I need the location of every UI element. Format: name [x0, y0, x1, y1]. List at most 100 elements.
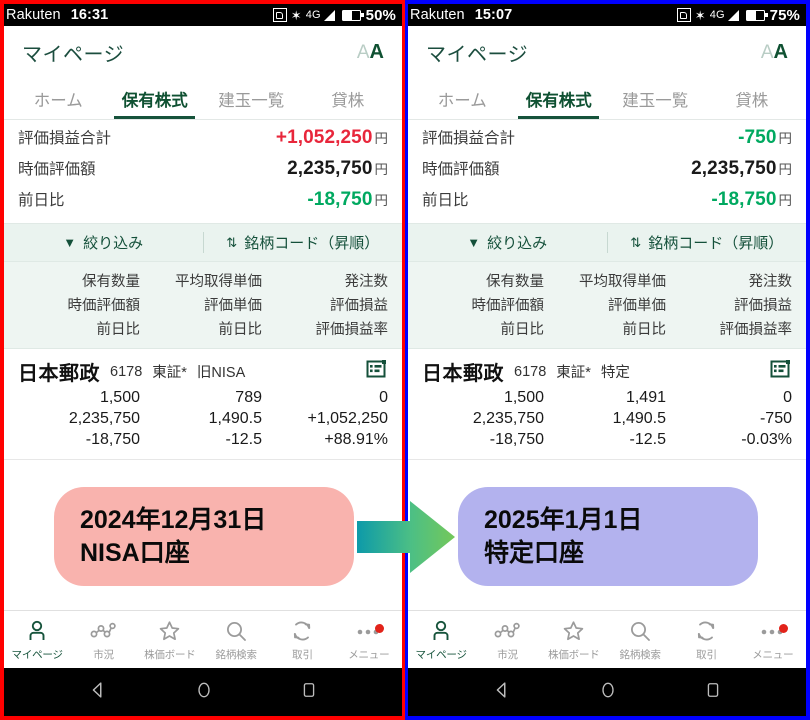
- tab-lending[interactable]: 貸株: [704, 78, 801, 119]
- summary-unit: 円: [374, 162, 389, 177]
- summary-row-total-pl: 評価損益合計 -750 円: [422, 126, 792, 157]
- summary-label: 時価評価額: [422, 161, 500, 178]
- detail-list-icon[interactable]: [770, 359, 792, 384]
- nav-item-menu[interactable]: メニュー: [336, 618, 402, 662]
- summary-label: 時価評価額: [18, 161, 96, 178]
- sort-icon: ⇅: [630, 234, 642, 250]
- filter-button[interactable]: ▼ 絞り込み: [408, 232, 608, 253]
- nav-item-trade[interactable]: 取引: [673, 618, 739, 662]
- nav-label: 株価ボード: [144, 648, 196, 661]
- callout-line-1: 2025年1月1日: [484, 505, 643, 534]
- eval-price-value: 1,490.5: [612, 410, 666, 427]
- battery-percent-label: 75%: [769, 6, 800, 24]
- font-size-icon[interactable]: AA: [357, 41, 384, 64]
- column-header: 評価単価: [204, 298, 262, 314]
- nav-label: 銘柄検索: [619, 648, 661, 661]
- nav-label: メニュー: [752, 648, 794, 661]
- bluetooth-icon: ✶: [290, 7, 302, 23]
- person-icon: [25, 618, 49, 644]
- back-button[interactable]: [87, 679, 109, 706]
- summary-unit: 円: [778, 193, 793, 208]
- home-button[interactable]: [598, 679, 618, 706]
- summary-row-market-value: 時価評価額 2,235,750 円: [422, 157, 792, 188]
- screenshot-icon: [272, 8, 287, 22]
- detail-list-icon[interactable]: [366, 359, 388, 384]
- nav-item-menu[interactable]: メニュー: [740, 618, 806, 662]
- column-header: 前日比: [622, 322, 667, 338]
- holding-row[interactable]: 日本郵政 6178 東証* 旧NISA 1,500 789 0 2,235,75…: [4, 349, 402, 460]
- holding-row[interactable]: 日本郵政 6178 東証* 特定 1,500 1,491 0 2,235,750…: [408, 349, 806, 460]
- status-bar: Rakuten 16:31 ✶ 4G 50%: [4, 4, 402, 26]
- summary-label: 前日比: [18, 192, 65, 209]
- filter-label: 絞り込み: [487, 235, 548, 252]
- nav-item-trade[interactable]: 取引: [269, 618, 335, 662]
- tab-positions[interactable]: 建玉一覧: [607, 78, 704, 119]
- sort-button[interactable]: ⇅ 銘柄コード（昇順）: [608, 232, 807, 253]
- summary-value: 2,235,750: [691, 158, 777, 179]
- tab-holdings[interactable]: 保有株式: [511, 78, 608, 119]
- nav-item-mypage[interactable]: マイページ: [4, 618, 70, 662]
- prev-day-price-diff-value: -12.5: [225, 431, 262, 448]
- nav-item-mypage[interactable]: マイページ: [408, 618, 474, 662]
- nav-item-market[interactable]: 市況: [474, 618, 540, 662]
- nav-item-search[interactable]: 銘柄検索: [203, 618, 269, 662]
- holding-line-3: -18,750 -12.5 -0.03%: [422, 431, 792, 449]
- summary-row-market-value: 時価評価額 2,235,750 円: [18, 157, 388, 188]
- column-group-1: 保有数量 時価評価額 前日比: [422, 270, 545, 339]
- screenshot-icon: [676, 8, 691, 22]
- quantity-value: 1,500: [99, 389, 140, 406]
- tab-positions[interactable]: 建玉一覧: [203, 78, 300, 119]
- order-count-value: 0: [783, 389, 792, 406]
- android-system-bar: [408, 668, 806, 716]
- stock-code: 6178: [110, 363, 143, 380]
- page-title: マイページ: [22, 43, 125, 66]
- column-header: 時価評価額: [67, 298, 141, 314]
- nav-label: 株価ボード: [548, 648, 600, 661]
- nav-label: 銘柄検索: [215, 648, 257, 661]
- font-size-small-glyph: A: [356, 41, 370, 63]
- market-value: 2,235,750: [68, 410, 140, 427]
- menu-badge-dot: [374, 623, 384, 633]
- bottom-nav-bar: マイページ 市況 株価ボード 銘柄検索 取引 メニュー: [4, 610, 402, 668]
- filter-sort-bar: ▼ 絞り込み ⇅ 銘柄コード（昇順）: [4, 223, 402, 261]
- summary-row-day-change: 前日比 -18,750 円: [18, 188, 388, 219]
- callout-line-2: 特定口座: [484, 538, 585, 567]
- tab-lending[interactable]: 貸株: [300, 78, 397, 119]
- stock-name: 日本郵政: [18, 363, 100, 385]
- font-size-small-glyph: A: [760, 41, 774, 63]
- column-header: 前日比: [500, 322, 545, 338]
- nav-item-market[interactable]: 市況: [70, 618, 136, 662]
- column-header: 平均取得単価: [579, 274, 666, 290]
- status-icons: ✶ 4G 50%: [272, 7, 396, 24]
- bluetooth-icon: ✶: [694, 7, 706, 23]
- column-group-2: 平均取得単価 評価単価 前日比: [544, 270, 670, 339]
- home-button[interactable]: [194, 679, 214, 706]
- summary-unit: 円: [374, 131, 389, 146]
- tab-holdings[interactable]: 保有株式: [107, 78, 204, 119]
- column-header: 平均取得単価: [175, 274, 262, 290]
- nav-item-watchlist[interactable]: 株価ボード: [541, 618, 607, 662]
- tab-home[interactable]: ホーム: [414, 78, 511, 119]
- column-header-row: 保有数量 時価評価額 前日比 平均取得単価 評価単価 前日比 発注数 評価損益 …: [4, 261, 402, 349]
- back-button[interactable]: [491, 679, 513, 706]
- nav-item-search[interactable]: 銘柄検索: [607, 618, 673, 662]
- holding-line-1: 1,500 789 0: [18, 389, 388, 407]
- nav-label: メニュー: [348, 648, 390, 661]
- recents-button[interactable]: [299, 679, 319, 706]
- account-type-label: 旧NISA: [196, 365, 246, 381]
- app-header: マイページ AA: [4, 26, 402, 78]
- filter-button[interactable]: ▼ 絞り込み: [4, 232, 204, 253]
- column-header: 評価損益率: [719, 322, 793, 338]
- nav-item-watchlist[interactable]: 株価ボード: [137, 618, 203, 662]
- font-size-big-glyph: A: [369, 40, 384, 63]
- quantity-value: 1,500: [503, 389, 544, 406]
- holding-header: 日本郵政 6178 東証* 特定: [422, 357, 792, 386]
- market-label: 東証*: [152, 365, 187, 381]
- tab-home[interactable]: ホーム: [10, 78, 107, 119]
- android-system-bar: [4, 668, 402, 716]
- sort-button[interactable]: ⇅ 銘柄コード（昇順）: [204, 232, 403, 253]
- font-size-icon[interactable]: AA: [761, 41, 788, 64]
- recents-button[interactable]: [703, 679, 723, 706]
- prev-day-diff-value: -18,750: [489, 431, 544, 448]
- holding-values: 1,500 789 0 2,235,750 1,490.5 +1,052,250…: [18, 389, 388, 449]
